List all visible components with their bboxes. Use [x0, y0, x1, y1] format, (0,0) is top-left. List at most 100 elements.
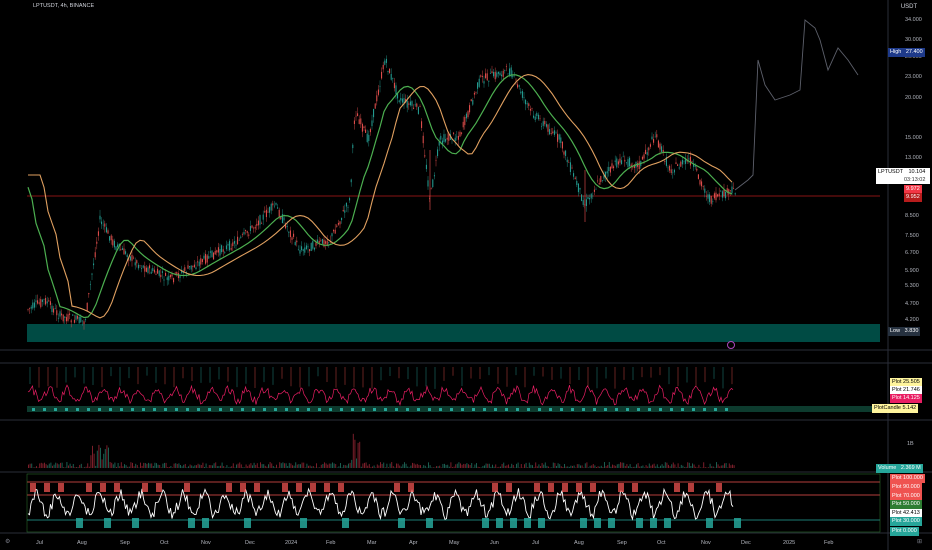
volume-bar — [668, 464, 669, 468]
volume-bar — [284, 463, 285, 468]
osc1-dot — [450, 408, 453, 411]
osc2-oversold-marker — [706, 518, 713, 528]
price-tick: 15.000 — [905, 135, 922, 141]
osc2-line — [27, 487, 734, 521]
candle-body — [101, 221, 103, 225]
volume-bar — [47, 465, 49, 468]
volume-bar — [447, 464, 449, 468]
chart-canvas[interactable] — [0, 0, 932, 550]
osc2-oversold-marker — [734, 518, 741, 528]
goto-date-icon[interactable]: ⊞ — [917, 538, 922, 545]
volume-bar — [676, 467, 677, 468]
symbol-title[interactable]: LPTUSDT, 4h, BINANCE — [33, 3, 94, 9]
volume-bar — [180, 464, 181, 468]
candle-body — [398, 100, 400, 102]
volume-bar — [178, 463, 180, 468]
volume-bar — [728, 463, 730, 468]
candle-body — [125, 251, 127, 254]
volume-bar — [685, 466, 687, 468]
low-marker: Low 3.830 — [888, 327, 921, 336]
candle-body — [417, 107, 419, 114]
candle-body — [486, 73, 488, 81]
osc2-overbought-marker — [548, 483, 554, 492]
candle-body — [481, 76, 483, 77]
candle-body — [401, 98, 403, 103]
volume-bar — [100, 447, 101, 468]
osc2-plot-value: Plot 30.000 — [890, 517, 922, 526]
volume-bar — [509, 466, 511, 468]
candle-body — [537, 114, 539, 120]
volume-bar — [599, 466, 601, 468]
volume-bar — [400, 466, 402, 468]
candle-body — [489, 73, 491, 74]
candle-body — [609, 166, 611, 173]
candle-body — [27, 309, 29, 311]
volume-bar — [709, 463, 711, 468]
volume-bar — [684, 467, 685, 468]
volume-bar — [359, 441, 361, 468]
volume-bar — [29, 463, 31, 468]
volume-bar — [570, 465, 572, 468]
volume-bar — [428, 462, 429, 468]
volume-bar — [549, 467, 551, 468]
osc2-overbought-marker — [394, 483, 400, 492]
candle-body — [734, 193, 736, 195]
volume-bar — [696, 467, 698, 468]
candle-body — [224, 252, 226, 254]
volume-bar — [172, 467, 173, 468]
candle-body — [515, 79, 517, 81]
candle-body — [592, 195, 594, 197]
candle-body — [376, 95, 378, 102]
candle-body — [497, 71, 499, 74]
osc1-dot — [538, 408, 541, 411]
candle-body — [601, 180, 603, 181]
volume-bar — [272, 466, 274, 468]
volume-bar — [637, 463, 639, 468]
volume-bar — [88, 466, 90, 468]
volume-bar — [466, 463, 468, 468]
osc1-dot — [307, 408, 310, 411]
volume-bar — [498, 466, 500, 468]
symbol-tag-name: LPTUSDT — [878, 169, 903, 175]
volume-bar — [295, 462, 297, 468]
candle-body — [553, 130, 555, 135]
candle-body — [713, 193, 715, 199]
osc1-dot — [241, 408, 244, 411]
volume-bar — [565, 466, 567, 468]
candle-body — [49, 301, 51, 305]
volume-bar — [436, 466, 437, 468]
candle-body — [478, 78, 480, 87]
candle-body — [577, 183, 579, 193]
volume-bar — [701, 467, 703, 468]
settings-icon[interactable]: ⚙ — [5, 538, 10, 545]
volume-bar — [212, 465, 213, 468]
volume-bar — [341, 467, 343, 468]
candle-body — [645, 149, 647, 155]
candle-body — [680, 161, 682, 167]
osc2-overbought-marker — [562, 483, 568, 492]
osc2-plot-number: 30.000 — [903, 518, 920, 524]
candle-body — [320, 240, 322, 242]
volume-bar — [592, 464, 594, 468]
osc1-dot — [296, 408, 299, 411]
volume-value: 2.369 M — [900, 465, 921, 471]
candle-body — [237, 236, 239, 245]
osc1-dot — [362, 408, 365, 411]
volume-bar — [368, 464, 370, 468]
candle-body — [589, 198, 591, 200]
alert-marker-icon[interactable] — [727, 341, 735, 349]
candle-body — [105, 227, 107, 233]
candle-body — [161, 271, 163, 273]
candle-body — [550, 133, 552, 135]
currency-label[interactable]: USDT — [894, 2, 924, 12]
volume-bar — [152, 465, 154, 468]
candle-body — [704, 188, 706, 193]
volume-bar — [53, 464, 55, 468]
volume-bar — [456, 463, 458, 468]
volume-bar — [324, 462, 325, 468]
time-tick: Sep — [120, 540, 130, 546]
candle-body — [310, 243, 312, 252]
candle-body — [453, 132, 455, 134]
volume-bar — [725, 463, 727, 468]
volume-bar — [87, 463, 89, 468]
